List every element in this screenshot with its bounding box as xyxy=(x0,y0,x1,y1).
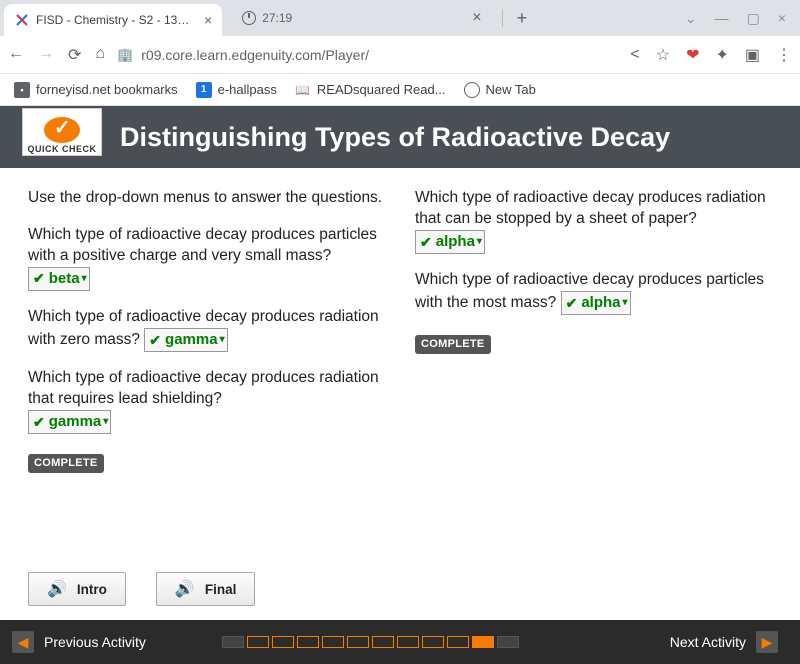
chevron-down-icon: ▾ xyxy=(220,333,225,347)
tab-title: FISD - Chemistry - S2 - 132000 - xyxy=(36,13,196,27)
progress-box[interactable] xyxy=(397,636,419,648)
bookmark-folder[interactable]: ▪ forneyisd.net bookmarks xyxy=(14,82,178,98)
sidepanel-icon[interactable]: ▣ xyxy=(745,45,760,65)
progress-box[interactable] xyxy=(372,636,394,648)
folder-icon: ▪ xyxy=(14,82,30,98)
bookmark-readsquared[interactable]: 📖 READsquared Read... xyxy=(295,82,446,98)
check-icon: ✔ xyxy=(420,233,432,252)
progress-box[interactable] xyxy=(297,636,319,648)
intro-audio-button[interactable]: 🔊 Intro xyxy=(28,572,126,606)
check-icon: ✔ xyxy=(33,413,45,432)
forward-button[interactable]: → xyxy=(38,45,54,65)
answer-select-4[interactable]: ✔alpha▾ xyxy=(415,230,485,254)
chevron-down-icon: ▾ xyxy=(477,235,482,249)
extensions-icon[interactable]: ✦ xyxy=(715,45,728,65)
home-button[interactable]: ⌂ xyxy=(95,45,105,65)
prev-activity-link[interactable]: Previous Activity xyxy=(44,634,146,650)
lesson-header: QUICK CHECK Distinguishing Types of Radi… xyxy=(0,106,800,168)
speaker-icon: 🔊 xyxy=(175,579,195,599)
progress-box[interactable] xyxy=(447,636,469,648)
checkmark-icon xyxy=(44,117,80,143)
next-arrow-button[interactable]: ▶ xyxy=(756,631,778,653)
reload-button[interactable]: ⟳ xyxy=(68,45,81,65)
quick-check-badge: QUICK CHECK xyxy=(22,108,102,156)
badge-label: QUICK CHECK xyxy=(27,143,96,155)
menu-icon[interactable]: ⋮ xyxy=(776,45,792,65)
url-bar[interactable]: 🏢 r09.core.learn.edgenuity.com/Player/ xyxy=(117,47,618,63)
answer-select-1[interactable]: ✔beta▾ xyxy=(28,267,90,291)
new-tab-button[interactable]: + xyxy=(517,8,528,29)
globe-icon xyxy=(464,82,480,98)
check-icon: ✔ xyxy=(33,269,45,288)
progress-box[interactable] xyxy=(422,636,444,648)
answer-select-2[interactable]: ✔gamma▾ xyxy=(144,328,227,352)
bookmarks-bar: ▪ forneyisd.net bookmarks 1 e-hallpass 📖… xyxy=(0,74,800,106)
pin-extension-icon[interactable]: ❤ xyxy=(686,45,699,65)
chevron-down-icon: ▾ xyxy=(82,272,87,286)
close-window-icon[interactable]: × xyxy=(778,10,786,27)
complete-badge: COMPLETE xyxy=(28,454,104,473)
instructions-text: Use the drop-down menus to answer the qu… xyxy=(28,188,385,209)
timer-tab[interactable]: 27:19 × xyxy=(228,9,495,27)
tab-separator xyxy=(502,9,503,27)
question-3: Which type of radioactive decay produces… xyxy=(28,368,385,434)
chevron-down-icon: ▾ xyxy=(623,296,628,310)
prev-arrow-button[interactable]: ◀ xyxy=(12,631,34,653)
speaker-icon: 🔊 xyxy=(47,579,67,599)
clock-icon xyxy=(242,11,256,25)
toolbar-actions: < ☆ ❤ ✦ ▣ ⋮ xyxy=(630,45,792,65)
share-icon[interactable]: < xyxy=(630,46,639,64)
tab-bar: FISD - Chemistry - S2 - 132000 - × 27:19… xyxy=(0,0,800,36)
question-2: Which type of radioactive decay produces… xyxy=(28,307,385,352)
audio-bar: 🔊 Intro 🔊 Final xyxy=(0,564,800,620)
timer-value: 27:19 xyxy=(262,11,292,25)
progress-box[interactable] xyxy=(272,636,294,648)
progress-box[interactable] xyxy=(247,636,269,648)
question-4: Which type of radioactive decay produces… xyxy=(415,188,772,254)
check-icon: ✔ xyxy=(149,331,161,350)
bookmark-star-icon[interactable]: ☆ xyxy=(656,45,670,65)
maximize-icon[interactable]: ▢ xyxy=(747,10,760,27)
browser-chrome: FISD - Chemistry - S2 - 132000 - × 27:19… xyxy=(0,0,800,106)
chevron-down-icon[interactable]: ⌄ xyxy=(685,10,697,27)
toolbar: ← → ⟳ ⌂ 🏢 r09.core.learn.edgenuity.com/P… xyxy=(0,36,800,74)
column-left: Use the drop-down menus to answer the qu… xyxy=(28,188,405,564)
bookmark-ehallpass[interactable]: 1 e-hallpass xyxy=(196,82,277,98)
complete-badge: COMPLETE xyxy=(415,335,491,354)
close-icon[interactable]: × xyxy=(472,9,481,27)
bookmark-icon: 1 xyxy=(196,82,212,98)
check-icon: ✔ xyxy=(566,294,578,313)
content-area: Use the drop-down menus to answer the qu… xyxy=(0,168,800,564)
progress-box[interactable] xyxy=(497,636,519,648)
answer-select-3[interactable]: ✔gamma▾ xyxy=(28,410,111,434)
favicon-icon xyxy=(14,12,30,28)
question-5: Which type of radioactive decay produces… xyxy=(415,270,772,315)
progress-indicator xyxy=(222,636,519,648)
bookmark-newtab[interactable]: New Tab xyxy=(464,82,536,98)
nav-arrows: ← → ⟳ ⌂ xyxy=(8,45,105,65)
next-activity-link[interactable]: Next Activity xyxy=(670,634,746,650)
back-button[interactable]: ← xyxy=(8,45,24,65)
final-audio-button[interactable]: 🔊 Final xyxy=(156,572,255,606)
question-1: Which type of radioactive decay produces… xyxy=(28,225,385,291)
progress-box[interactable] xyxy=(222,636,244,648)
site-info-icon[interactable]: 🏢 xyxy=(117,47,133,63)
browser-tab-active[interactable]: FISD - Chemistry - S2 - 132000 - × xyxy=(4,4,222,36)
progress-box-current[interactable] xyxy=(472,636,494,648)
chevron-down-icon: ▾ xyxy=(103,415,108,429)
close-icon[interactable]: × xyxy=(204,12,212,28)
progress-box[interactable] xyxy=(347,636,369,648)
progress-box[interactable] xyxy=(322,636,344,648)
window-controls: ⌄ — ▢ × xyxy=(685,10,796,27)
bookmark-icon: 📖 xyxy=(295,82,311,98)
page-title: Distinguishing Types of Radioactive Deca… xyxy=(120,122,670,153)
column-right: Which type of radioactive decay produces… xyxy=(405,188,772,564)
minimize-icon[interactable]: — xyxy=(715,10,729,27)
answer-select-5[interactable]: ✔alpha▾ xyxy=(561,291,631,315)
url-text: r09.core.learn.edgenuity.com/Player/ xyxy=(141,47,369,63)
bottom-nav: ◀ Previous Activity Next Activity ▶ xyxy=(0,620,800,664)
